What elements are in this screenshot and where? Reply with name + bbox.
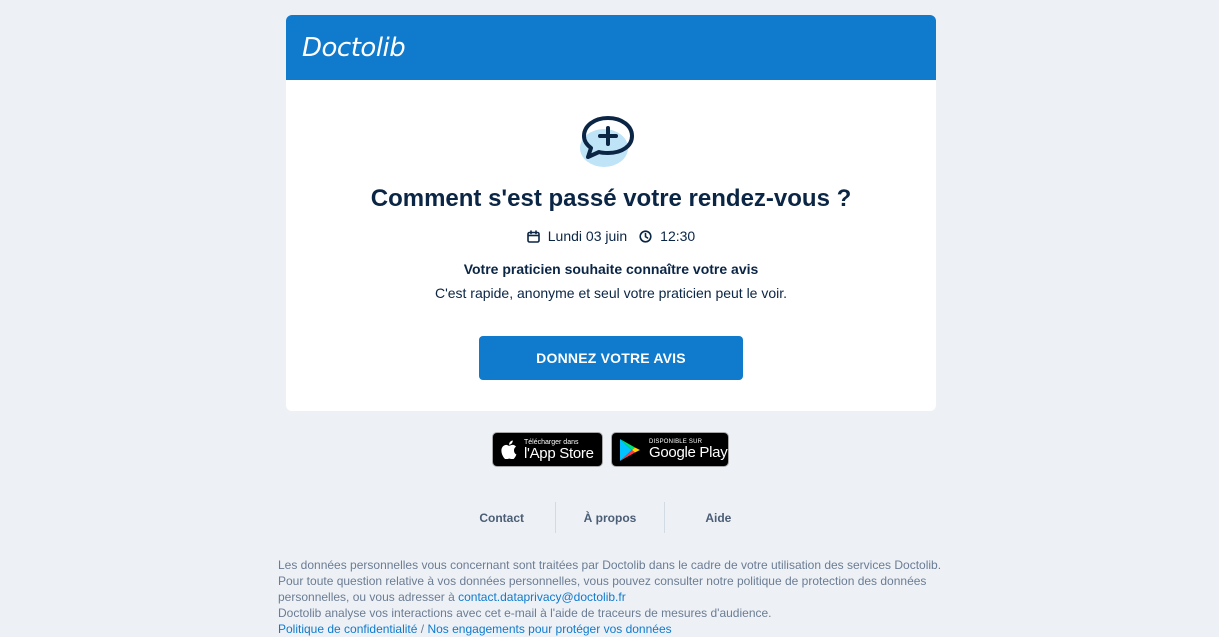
- footer-links: Contact À propos Aide: [448, 502, 772, 533]
- give-feedback-button[interactable]: DONNEZ VOTRE AVIS: [479, 336, 743, 380]
- app-store-badge[interactable]: Télécharger dans l'App Store: [492, 432, 603, 467]
- page-title: Comment s'est passé votre rendez-vous ?: [370, 185, 852, 212]
- legal-line-1: Les données personnelles vous concernant…: [278, 558, 942, 572]
- card-header: Doctolib: [286, 15, 936, 80]
- legal-line-3: Doctolib analyse vos interactions avec c…: [278, 606, 772, 620]
- legal-separator: /: [417, 622, 428, 636]
- feedback-description: C'est rapide, anonyme et seul votre prat…: [434, 285, 788, 301]
- time-text: 12:30: [660, 228, 696, 244]
- appointment-meta: Lundi 03 juin 12:30: [286, 228, 936, 244]
- app-store-texts: Télécharger dans l'App Store: [524, 439, 594, 461]
- google-play-icon: [620, 438, 640, 461]
- privacy-email-link[interactable]: contact.dataprivacy@doctolib.fr: [458, 590, 626, 604]
- appointment-date: Lundi 03 juin: [526, 228, 628, 244]
- date-text: Lundi 03 juin: [547, 228, 628, 244]
- appointment-time: 12:30: [639, 228, 695, 244]
- apple-icon: [501, 440, 517, 459]
- doctolib-logo[interactable]: Doctolib: [302, 35, 406, 61]
- legal-notice: Les données personnelles vous concernant…: [278, 557, 948, 637]
- google-play-big-text: Google Play: [649, 444, 728, 461]
- data-commitments-link[interactable]: Nos engagements pour protéger vos donnée…: [427, 622, 671, 636]
- speech-bubble-plus-icon: [580, 116, 634, 167]
- privacy-policy-link[interactable]: Politique de confidentialité: [278, 622, 417, 636]
- feedback-subtitle: Votre praticien souhaite connaître votre…: [463, 261, 759, 277]
- google-play-texts: DISPONIBLE SUR Google Play: [649, 439, 728, 461]
- footer-link-about[interactable]: À propos: [555, 502, 663, 533]
- google-play-badge[interactable]: DISPONIBLE SUR Google Play: [611, 432, 729, 467]
- footer-link-contact[interactable]: Contact: [448, 502, 555, 533]
- clock-icon: [639, 229, 652, 243]
- calendar-icon: [526, 229, 540, 243]
- email-card: Doctolib Comment s'est passé votre rende…: [286, 15, 936, 411]
- legal-line-2: Pour toute question relative à vos donné…: [278, 573, 948, 605]
- footer-link-help[interactable]: Aide: [663, 502, 772, 533]
- app-store-big-text: l'App Store: [524, 444, 594, 462]
- store-badges: Télécharger dans l'App Store DISPONIBLE …: [492, 432, 729, 467]
